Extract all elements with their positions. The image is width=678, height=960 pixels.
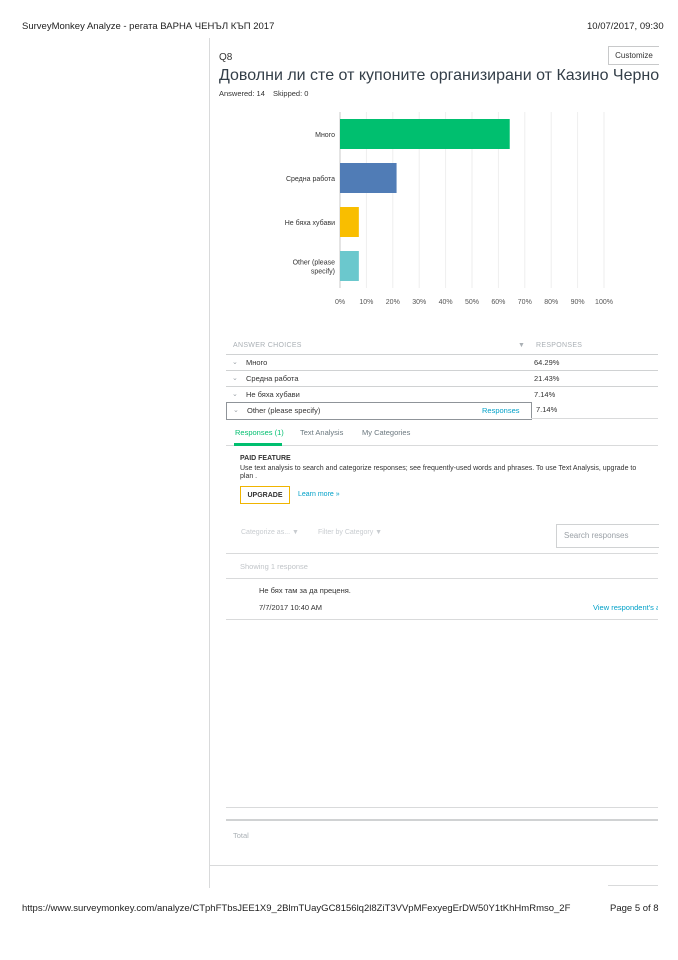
- category-label: Other (please: [293, 260, 336, 267]
- x-tick-label: 90%: [571, 299, 585, 306]
- category-label: specify): [311, 269, 335, 276]
- upgrade-button[interactable]: UPGRADE: [240, 486, 290, 504]
- x-tick-label: 50%: [465, 299, 479, 306]
- paid-feature-description-end: plan .: [240, 473, 258, 480]
- tab-responses[interactable]: Responses (1): [235, 428, 284, 437]
- print-header-title: SurveyMonkey Analyze - регата ВАРНА ЧЕНЪ…: [22, 21, 275, 32]
- x-tick-label: 0%: [335, 299, 345, 306]
- x-tick-label: 20%: [386, 299, 400, 306]
- divider: [226, 553, 658, 554]
- bar-chart: 0% 10% 20% 30% 40% 50% 60% 70% 80% 90% 100% Много Ср…: [285, 112, 613, 306]
- bar: [340, 163, 397, 193]
- print-footer-url: https://www.surveymonkey.com/analyze/CTp…: [22, 903, 571, 914]
- tab-my-categories[interactable]: My Categories: [362, 428, 410, 437]
- divider: [226, 807, 658, 808]
- content-left-border: [209, 38, 210, 888]
- x-tick-label: 10%: [359, 299, 373, 306]
- chevron-down-icon[interactable]: ⌄: [232, 390, 238, 398]
- answer-percent: 7.14%: [534, 390, 556, 399]
- bar: [340, 119, 510, 149]
- table-row-selected[interactable]: ⌄ Other (please specify) Responses: [226, 402, 532, 420]
- x-tick-label: 100%: [595, 299, 613, 306]
- paid-feature-description: Use text analysis to search and categori…: [240, 465, 637, 472]
- print-footer-page: Page 5 of 8: [610, 903, 659, 914]
- x-tick-label: 40%: [439, 299, 453, 306]
- showing-count: Showing 1 response: [240, 562, 308, 571]
- print-header-datetime: 10/07/2017, 09:30: [587, 21, 664, 32]
- responses-link[interactable]: Responses: [482, 406, 520, 415]
- answer-percent: 21.43%: [534, 374, 560, 383]
- skipped-count: Skipped: 0: [273, 89, 309, 98]
- divider: [608, 885, 658, 886]
- response-date: 7/7/2017 10:40 AM: [259, 603, 322, 612]
- table-row[interactable]: ⌄ Средна работа 21.43%: [226, 370, 658, 387]
- question-title: Доволни ли сте от купоните организирани …: [219, 67, 659, 84]
- answer-choices-header: ANSWER CHOICES: [233, 342, 302, 349]
- divider: [226, 619, 658, 620]
- chevron-down-icon[interactable]: ⌄: [233, 406, 239, 414]
- bar: [340, 251, 359, 281]
- total-label: Total: [233, 831, 249, 840]
- tabs-divider: [226, 445, 658, 446]
- chevron-down-icon[interactable]: ⌄: [232, 358, 238, 366]
- total-divider: [226, 819, 658, 821]
- bar: [340, 207, 359, 237]
- answer-label: Средна работа: [246, 374, 299, 383]
- table-row[interactable]: ⌄ Не бяха хубави 7.14%: [226, 386, 658, 403]
- category-label: Средна работа: [286, 175, 335, 183]
- learn-more-link[interactable]: Learn more »: [298, 491, 340, 498]
- response-text: Не бях там за да преценя.: [259, 586, 351, 595]
- table-row[interactable]: ⌄ Много 64.29%: [226, 354, 658, 371]
- divider: [531, 418, 658, 419]
- search-responses-input[interactable]: Search responses: [556, 524, 659, 548]
- paid-feature-title: PAID FEATURE: [240, 455, 291, 462]
- search-placeholder: Search responses: [564, 531, 629, 540]
- question-number: Q8: [219, 52, 233, 63]
- x-tick-label: 30%: [412, 299, 426, 306]
- chevron-down-icon[interactable]: ⌄: [232, 374, 238, 382]
- x-tick-label: 70%: [518, 299, 532, 306]
- answer-label: Не бяха хубави: [246, 390, 300, 399]
- responses-header: RESPONSES: [536, 342, 583, 349]
- answered-count: Answered: 14: [219, 89, 265, 98]
- view-respondent-link[interactable]: View respondent's answers: [593, 603, 658, 612]
- categorize-dropdown[interactable]: Categorize as... ▼: [241, 529, 299, 536]
- answer-label: Other (please specify): [247, 406, 321, 415]
- answer-label: Много: [246, 358, 268, 367]
- category-label: Много: [315, 132, 335, 139]
- divider: [209, 865, 658, 866]
- active-tab-underline: [234, 443, 282, 446]
- divider: [226, 578, 658, 579]
- x-tick-label: 60%: [491, 299, 505, 306]
- category-label: Не бяха хубави: [285, 219, 335, 227]
- answer-percent: 64.29%: [534, 358, 560, 367]
- sort-arrow-icon[interactable]: ▼: [518, 342, 525, 349]
- x-tick-label: 80%: [544, 299, 558, 306]
- customize-button[interactable]: Customize: [608, 46, 659, 65]
- tab-text-analysis[interactable]: Text Analysis: [300, 428, 343, 437]
- filter-by-category-dropdown[interactable]: Filter by Category ▼: [318, 529, 382, 536]
- answer-percent: 7.14%: [536, 405, 558, 414]
